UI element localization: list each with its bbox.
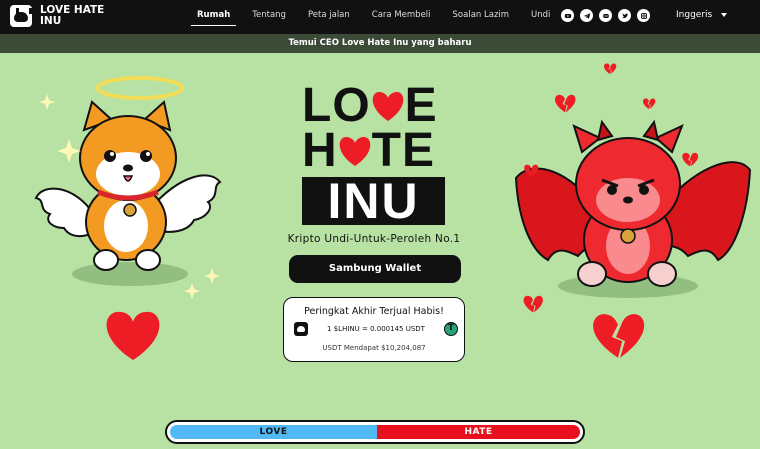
logo-line-inu: INU [302, 176, 445, 226]
dog-logo-icon [10, 5, 32, 27]
brand-name-line2: INU [40, 15, 62, 27]
instagram-icon[interactable] [637, 9, 650, 22]
broken-heart-icon [593, 314, 645, 358]
telegram-icon[interactable] [580, 9, 593, 22]
tagline: Kripto Undi-Untuk-Peroleh No.1 [287, 233, 461, 245]
rate-row: 1 $LHINU = 0.000145 USDT T [294, 321, 458, 337]
broken-heart-icon [555, 94, 576, 113]
language-label: Inggeris [676, 10, 713, 20]
nav-item-soalan-lazim[interactable]: Soalan Lazim [453, 0, 510, 34]
logo-line-love: LO E [302, 82, 445, 130]
logo-text: H [302, 124, 338, 177]
nav-item-rumah[interactable]: Rumah [190, 0, 237, 34]
youtube-icon[interactable] [561, 9, 574, 22]
broken-heart-icon [604, 63, 617, 74]
social-links [561, 9, 656, 22]
discord-icon[interactable] [599, 9, 612, 22]
main-menu: Rumah Tentang Peta jalan Cara Membeli So… [190, 0, 572, 34]
broken-heart-icon [524, 164, 539, 177]
nav-item-undi[interactable]: Undi [531, 0, 550, 34]
heart-icon [372, 91, 403, 121]
logo-text: TE [371, 124, 436, 177]
nav-item-cara-membeli[interactable]: Cara Membeli [372, 0, 431, 34]
nav-item-tentang[interactable]: Tentang [252, 0, 286, 34]
lhinu-token-icon [294, 322, 308, 336]
announcement-bar[interactable]: Temui CEO Love Hate Inu yang baharu [0, 34, 760, 53]
tether-icon: T [444, 322, 458, 336]
angel-dog-illustration [34, 76, 222, 299]
twitter-icon[interactable] [618, 9, 631, 22]
brand-logo-link[interactable]: LOVE HATE INU [10, 5, 104, 27]
token-rate: 1 $LHINU = 0.000145 USDT [327, 325, 425, 333]
chevron-down-icon [721, 13, 728, 17]
broken-heart-icon [523, 295, 543, 313]
love-heart-icon [106, 311, 160, 360]
broken-heart-icon [682, 152, 699, 167]
presale-card: Peringkat Akhir Terjual Habis! 1 $LHINU … [283, 297, 465, 362]
language-selector[interactable]: Inggeris [676, 10, 728, 20]
amount-raised: USDT Mendapat $10,204,087 [322, 344, 426, 352]
logo-line-hate: H TE [302, 127, 445, 175]
love-bar-segment: LOVE [170, 425, 378, 439]
heart-icon [339, 136, 370, 166]
brand-name: LOVE HATE INU [40, 5, 104, 27]
devil-dog-illustration [514, 119, 752, 298]
nav-item-peta-jalan[interactable]: Peta jalan [308, 0, 350, 34]
broken-heart-icon [643, 98, 656, 109]
top-navbar: LOVE HATE INU Rumah Tentang Peta jalan C… [0, 0, 760, 34]
love-hate-vote-bar: LOVE HATE [165, 420, 585, 444]
love-hate-inu-logo: LO E H TE INU [302, 82, 445, 226]
connect-wallet-button[interactable]: Sambung Wallet [289, 255, 461, 283]
presale-title: Peringkat Akhir Terjual Habis! [304, 306, 444, 317]
hate-bar-segment: HATE [377, 425, 580, 439]
